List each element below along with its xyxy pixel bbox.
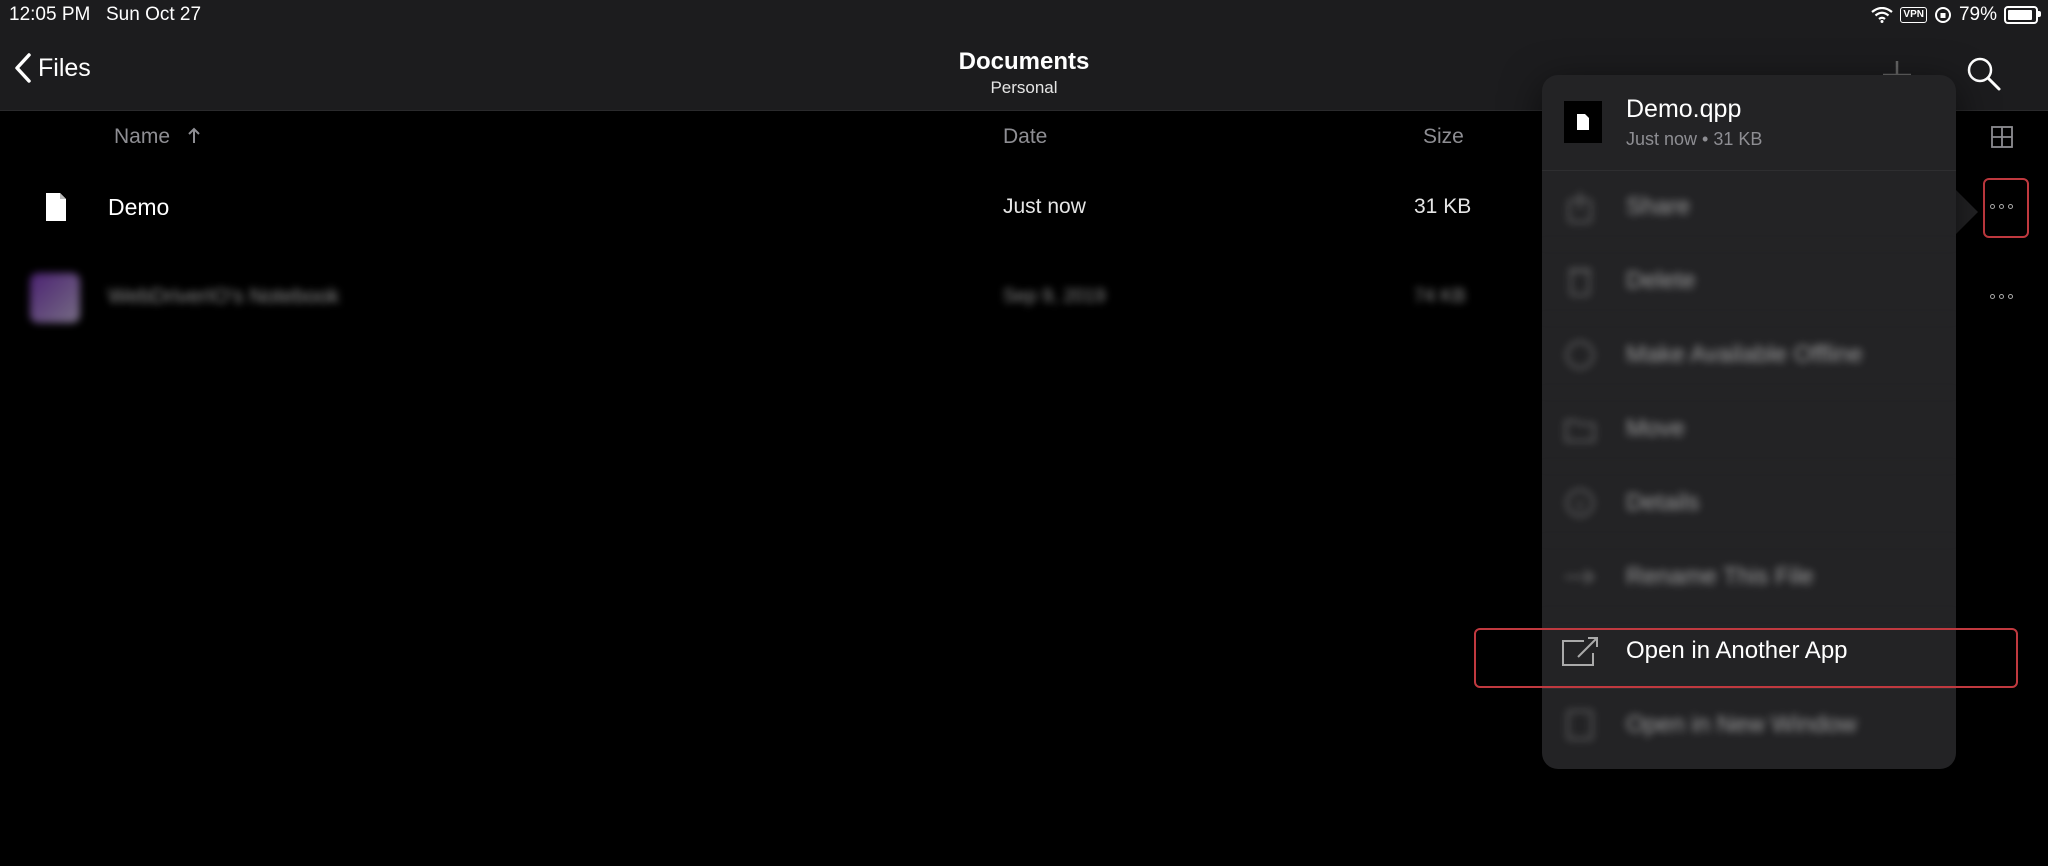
popover-arrow: [1956, 190, 1978, 234]
column-header-size[interactable]: Size: [1423, 125, 1464, 149]
file-icon: [1564, 101, 1602, 143]
page-title: Documents: [958, 48, 1090, 75]
orientation-lock-icon: [1934, 7, 1951, 23]
notebook-icon: [30, 273, 80, 323]
file-icon: [46, 193, 66, 221]
menu-label: Share: [1626, 193, 1691, 220]
menu-item-open-new-window[interactable]: Open in New Window: [1542, 688, 1956, 762]
file-size: 74 KB: [1414, 286, 1466, 307]
menu-label: Make Available Offline: [1626, 341, 1863, 368]
menu-label: Rename This File: [1626, 563, 1814, 590]
battery-percentage: 79%: [1958, 4, 1997, 25]
menu-item-move[interactable]: Move: [1542, 392, 1956, 467]
menu-item-delete[interactable]: Delete: [1542, 244, 1956, 319]
info-icon: [1560, 483, 1600, 523]
search-icon[interactable]: [1966, 56, 2002, 92]
grid-view-icon[interactable]: [1991, 126, 2013, 148]
file-date: Just now: [1003, 195, 1086, 218]
sort-ascending-icon: [188, 127, 200, 143]
popover-file-name: Demo.qpp: [1626, 95, 1742, 123]
more-options-icon[interactable]: [1990, 204, 2013, 209]
share-icon: [1560, 187, 1600, 227]
status-indicators: VPN 79%: [1871, 4, 2041, 26]
menu-item-offline[interactable]: Make Available Offline: [1542, 318, 1956, 393]
status-date: Sun Oct 27: [106, 4, 202, 25]
new-window-icon: [1560, 705, 1600, 745]
menu-label: Open in New Window: [1626, 711, 1857, 738]
file-name: WebDriverIO's Notebook: [108, 285, 340, 308]
file-date: Sep 9, 2019: [1003, 286, 1106, 307]
trash-icon: [1560, 261, 1600, 301]
back-button[interactable]: Files: [14, 52, 91, 84]
chevron-left-icon: [15, 53, 31, 83]
vpn-badge: VPN: [1900, 7, 1927, 23]
menu-label: Details: [1626, 489, 1700, 516]
battery-icon: [2004, 6, 2041, 24]
move-icon: [1560, 409, 1600, 449]
more-options-icon[interactable]: [1990, 294, 2013, 299]
status-time: 12:05 PM: [9, 4, 91, 25]
page-subtitle: Personal: [990, 78, 1058, 97]
menu-item-share[interactable]: Share: [1542, 170, 1956, 245]
offline-icon: [1560, 335, 1600, 375]
menu-item-details[interactable]: Details: [1542, 466, 1956, 541]
column-header-date[interactable]: Date: [1003, 125, 1047, 149]
column-header-name[interactable]: Name: [114, 125, 202, 149]
file-size: 31 KB: [1414, 195, 1472, 218]
menu-label: Delete: [1626, 267, 1696, 294]
menu-label: Move: [1626, 415, 1685, 442]
status-bar: [0, 0, 2048, 30]
highlight-open-in-another-app: [1474, 628, 2018, 688]
back-label: Files: [38, 53, 91, 82]
rename-icon: [1560, 557, 1600, 597]
menu-item-rename[interactable]: Rename This File: [1542, 540, 1956, 615]
popover-header: Demo.qpp Just now • 31 KB: [1542, 75, 1956, 171]
column-name-label: Name: [114, 125, 171, 148]
popover-file-meta: Just now • 31 KB: [1626, 129, 1763, 149]
file-name: Demo: [108, 194, 170, 220]
wifi-icon: [1871, 7, 1894, 23]
